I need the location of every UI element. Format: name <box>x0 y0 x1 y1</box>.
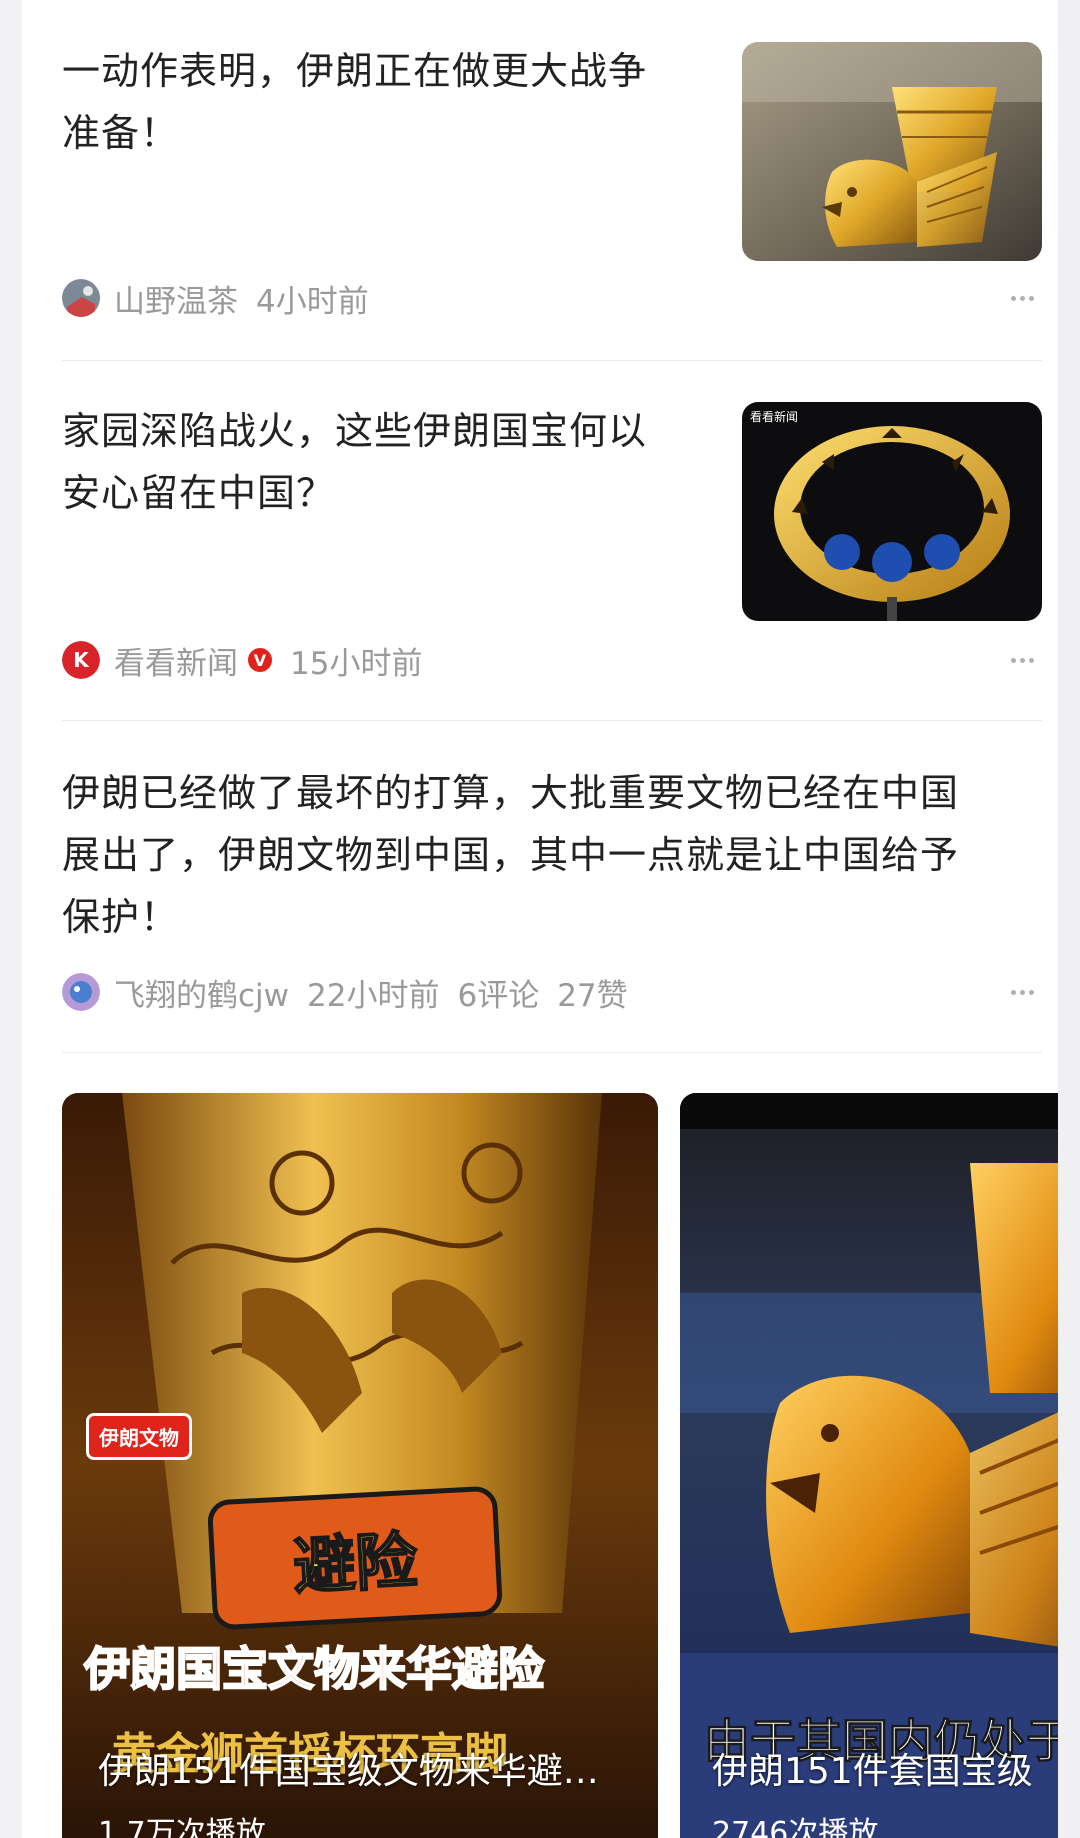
publish-time: 15小时前 <box>290 645 423 682</box>
article-card[interactable]: 伊朗已经做了最坏的打算，大批重要文物已经在中国 展出了，伊朗文物到中国，其中一点… <box>62 762 1042 1022</box>
author-name[interactable]: 飞翔的鹤cjw <box>114 970 289 1015</box>
golden-lion-rhyton-image <box>742 42 1042 261</box>
more-options-icon[interactable] <box>1002 278 1042 318</box>
article-thumbnail[interactable]: 看看新闻 <box>742 402 1042 621</box>
play-count: 1.7万次播放 <box>98 1816 266 1838</box>
article-card[interactable]: 家园深陷战火，这些伊朗国宝何以 安心留在中国？ 看看新闻 K 看看新闻 V 15… <box>62 400 1042 690</box>
video-card[interactable]: 由于其国内仍处于 伊朗151件套国宝级 2746次播放 <box>680 1093 1058 1838</box>
article-title[interactable]: 伊朗已经做了最坏的打算，大批重要文物已经在中国 展出了，伊朗文物到中国，其中一点… <box>62 762 1042 948</box>
avatar[interactable] <box>62 279 100 317</box>
avatar[interactable]: K <box>62 641 100 679</box>
scroll-edge <box>1058 0 1080 1838</box>
avatar[interactable] <box>62 973 100 1011</box>
divider <box>62 1052 1042 1053</box>
svg-text:K: K <box>73 648 90 672</box>
article-meta: 飞翔的鹤cjw 22小时前 6评论 27赞 <box>62 970 628 1015</box>
thumbnail-watermark: 看看新闻 <box>750 410 799 424</box>
tag-label: 伊朗文物 <box>86 1413 192 1460</box>
video-banner: 伊朗国宝文物来华避险 <box>83 1641 545 1697</box>
video-caption: 伊朗151件套国宝级 <box>712 1751 1033 1792</box>
verified-badge-icon: V <box>248 648 272 672</box>
publish-time: 22小时前 <box>307 977 440 1014</box>
article-meta: 山野温茶 4小时前 <box>62 276 369 321</box>
article-thumbnail[interactable] <box>742 42 1042 261</box>
article-title[interactable]: 一动作表明，伊朗正在做更大战争 准备！ <box>62 40 647 164</box>
article-meta: K 看看新闻 V 15小时前 <box>62 638 423 683</box>
author-name[interactable]: 看看新闻 <box>114 638 238 683</box>
video-caption: 伊朗151件国宝级文物来华避… <box>98 1751 599 1792</box>
video-card[interactable]: 伊朗文物 避险 伊朗国宝文物来华避险 黄金狮首摇杯环高脚 伊朗151件国宝级文物… <box>62 1093 658 1838</box>
more-options-icon[interactable] <box>1002 972 1042 1012</box>
screen: 一动作表明，伊朗正在做更大战争 准备！ 山野温茶 4小时前 家园深陷战火，这些伊… <box>0 0 1080 1838</box>
author-name[interactable]: 山野温茶 <box>114 276 238 321</box>
comment-count[interactable]: 6评论 <box>457 970 539 1015</box>
golden-necklace-image <box>742 402 1042 621</box>
divider <box>62 360 1042 361</box>
article-card[interactable]: 一动作表明，伊朗正在做更大战争 准备！ 山野温茶 4小时前 <box>62 40 1042 330</box>
more-options-icon[interactable] <box>1002 640 1042 680</box>
article-title[interactable]: 家园深陷战火，这些伊朗国宝何以 安心留在中国？ <box>62 400 647 524</box>
burst-badge: 避险 <box>206 1485 504 1631</box>
divider <box>62 720 1042 721</box>
like-count[interactable]: 27赞 <box>557 970 627 1015</box>
news-feed: 一动作表明，伊朗正在做更大战争 准备！ 山野温茶 4小时前 家园深陷战火，这些伊… <box>22 0 1058 1838</box>
publish-time: 4小时前 <box>256 283 369 320</box>
burst-word: 避险 <box>290 1523 420 1604</box>
play-count: 2746次播放 <box>712 1816 879 1838</box>
